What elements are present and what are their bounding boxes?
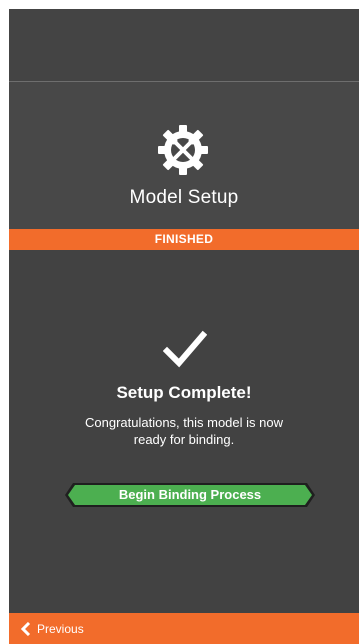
top-bar [9,9,359,81]
previous-button[interactable]: Previous [21,613,84,644]
begin-binding-button[interactable]: Begin Binding Process [65,483,315,507]
checkmark-icon [163,330,207,368]
completion-title: Setup Complete! [116,383,252,402]
begin-binding-label: Begin Binding Process [118,487,262,502]
header: Model Setup [9,82,359,229]
status-badge: FINISHED [9,229,359,250]
previous-label: Previous [37,621,84,636]
gear-wrench-icon [158,125,208,175]
page-title: Model Setup [129,187,239,208]
screen: Model Setup FINISHED Setup Complete! Con… [9,9,359,644]
chevron-left-icon [21,621,31,636]
footer: Previous [9,613,359,644]
completion-message: Congratulations, this model is now ready… [85,415,283,447]
